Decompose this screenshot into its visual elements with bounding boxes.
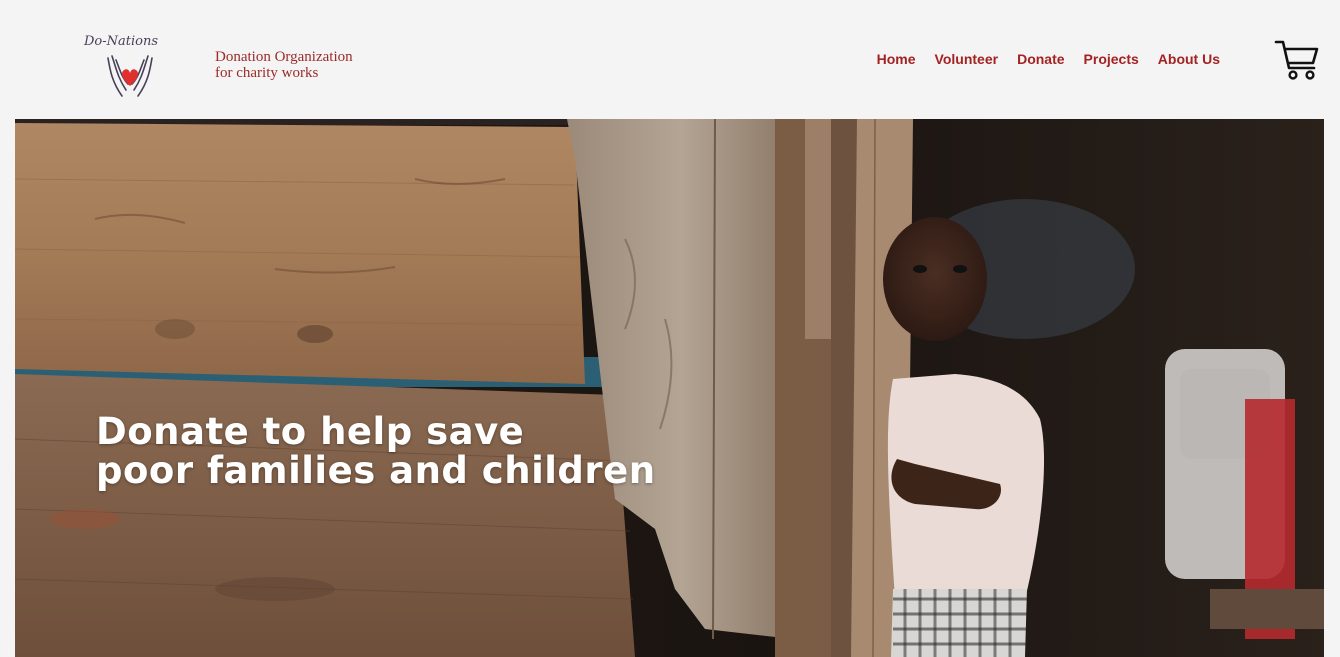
nav-link-home[interactable]: Home (877, 51, 916, 67)
logo[interactable]: Do-Nations (82, 34, 182, 106)
nav-link-donate[interactable]: Donate (1017, 51, 1064, 67)
nav-link-volunteer[interactable]: Volunteer (935, 51, 999, 67)
nav-link-projects[interactable]: Projects (1084, 51, 1139, 67)
hands-heart-icon (107, 55, 153, 97)
nav-link-about-us[interactable]: About Us (1158, 51, 1220, 67)
hero-headline: Donate to help save poor families and ch… (96, 412, 656, 490)
hero-banner: Donate to help save poor families and ch… (15, 119, 1324, 657)
tagline-line-1: Donation Organization (215, 49, 353, 65)
hero-headline-line-2: poor families and children (96, 449, 656, 492)
hero-headline-line-1: Donate to help save (96, 410, 525, 453)
main-nav: Home Volunteer Donate Projects About Us (858, 51, 1220, 67)
site-header: Do-Nations Donation Organization for cha… (0, 0, 1340, 119)
hero-image (15, 119, 1324, 657)
cart-button[interactable] (1274, 39, 1320, 81)
shopping-cart-icon (1274, 40, 1319, 80)
tagline: Donation Organization for charity works (215, 49, 353, 81)
logo-text: Do-Nations (84, 34, 159, 49)
tagline-line-2: for charity works (215, 65, 319, 81)
